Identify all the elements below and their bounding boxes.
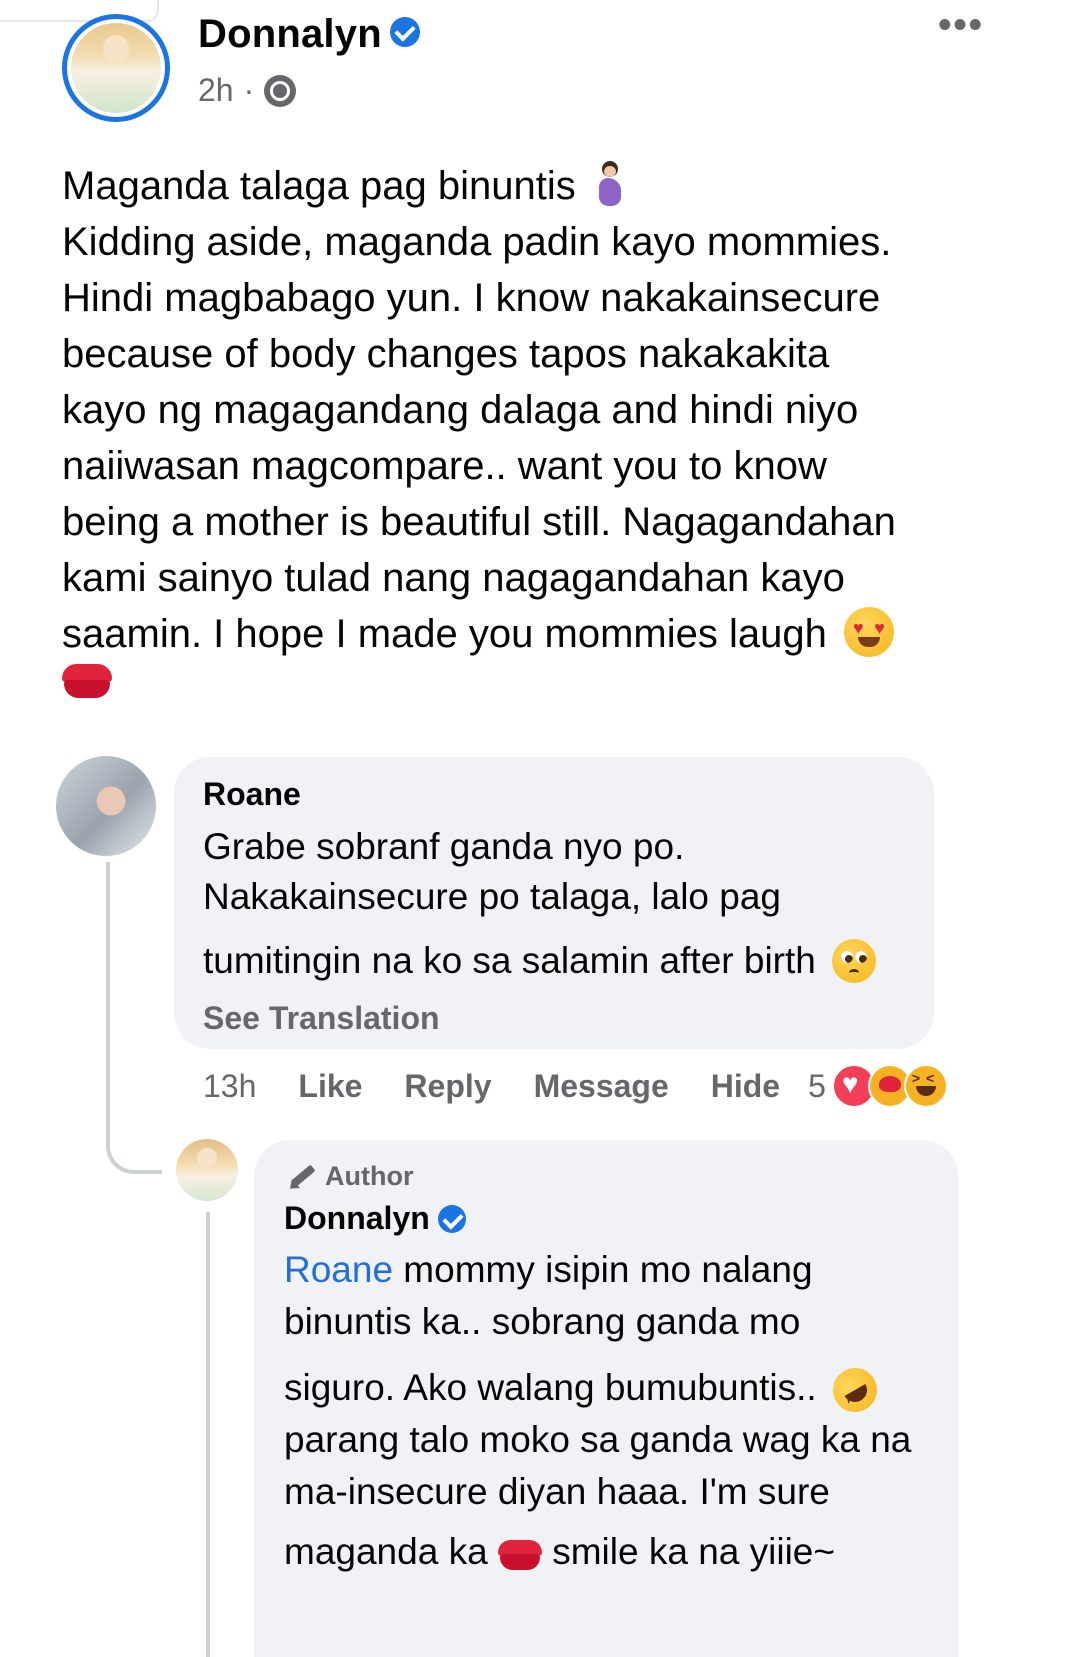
post-line: naiiwasan magcompare.. want you to know [62,444,827,488]
reply-thread-line [206,1212,210,1657]
reply-line: binuntis ka.. sobrang ganda mo [284,1301,801,1342]
see-translation-link[interactable]: See Translation [203,1000,440,1037]
post-line: kami sainyo tulad nang nagagandahan kayo [62,556,845,600]
comment-text: Grabe sobranf ganda nyo po. Nakakainsecu… [203,822,877,986]
comment-line: Nakakainsecure po talaga, lalo pag [203,876,781,917]
like-button[interactable]: Like [298,1068,362,1105]
haha-reaction-icon[interactable] [903,1064,948,1108]
reply-author-name[interactable]: Donnalyn [284,1200,466,1237]
kiss-mark-emoji-icon [497,1536,542,1572]
thread-line [106,862,110,1062]
verified-badge-icon [437,1204,466,1233]
author-badge: Author [285,1160,413,1192]
post-line: because of body changes tapos nakakakita [62,332,830,376]
hide-button[interactable]: Hide [711,1068,780,1105]
reply-text: Roane mommy isipin mo nalang binuntis ka… [284,1244,911,1578]
comment-author-name[interactable]: Roane [203,776,301,813]
meta-separator: · [243,72,255,108]
rofl-emoji-icon [824,1360,886,1421]
comment-actions: 13h Like Reply Message Hide 5 [203,1064,948,1108]
thread-connector [106,1060,162,1174]
reply-author-avatar[interactable] [176,1139,238,1201]
post-line: Kidding aside, maganda padin kayo mommie… [62,220,892,264]
pencil-icon [285,1160,317,1192]
mention-link[interactable]: Roane [284,1249,393,1290]
post-line: saamin. I hope I made you mommies laugh … [62,606,1042,662]
kiss-mark-emoji-icon [62,660,112,700]
post-line: kayo ng magagandang dalaga and hindi niy… [62,388,859,432]
verified-badge-icon [389,17,420,48]
heart-eyes-emoji-icon: ♥ ♥ [843,607,894,658]
comment-line: tumitingin na ko sa salamin after birth [203,936,877,986]
message-button[interactable]: Message [534,1068,669,1105]
reply-line: Roane mommy isipin mo nalang [284,1249,813,1290]
author-badge-label: Author [325,1160,414,1191]
more-options-icon[interactable]: ••• [938,6,984,44]
reply-button[interactable]: Reply [404,1068,491,1105]
reply-line: maganda ka smile ka na yiiie~ [284,1531,835,1572]
post-meta: 2h · [198,72,297,109]
commenter-avatar[interactable] [56,756,156,856]
comment-line: Grabe sobranf ganda nyo po. [203,826,685,867]
author-avatar-photo [71,23,161,113]
post-line: being a mother is beautiful still. Nagag… [62,500,896,544]
comment-time[interactable]: 13h [203,1068,256,1105]
post-last-line [62,660,112,700]
post-time[interactable]: 2h [198,72,234,109]
reply-line: siguro. Ako walang bumubuntis.. [284,1360,911,1421]
reply-line: ma-insecure diyan haaa. I'm sure [284,1471,830,1512]
reply-line: parang talo moko sa ganda wag ka na [284,1419,912,1460]
post-text: Maganda talaga pag binuntis Kidding asid… [62,158,1042,662]
reaction-count[interactable]: 5 [808,1068,826,1105]
post-line: Maganda talaga pag binuntis [62,158,1042,214]
post-author-name[interactable]: Donnalyn [198,12,420,57]
pleading-face-emoji-icon [832,939,877,984]
facebook-post-screenshot: Donnalyn 2h · ••• Maganda talaga pag bin… [0,0,1080,1657]
reply-author-name-text[interactable]: Donnalyn [284,1200,430,1236]
post-line: Hindi magbabago yun. I know nakakainsecu… [62,276,881,320]
pregnant-woman-emoji-icon [593,161,627,207]
globe-icon [264,74,297,107]
post-author-name-text[interactable]: Donnalyn [198,12,382,56]
author-avatar[interactable] [62,14,170,122]
